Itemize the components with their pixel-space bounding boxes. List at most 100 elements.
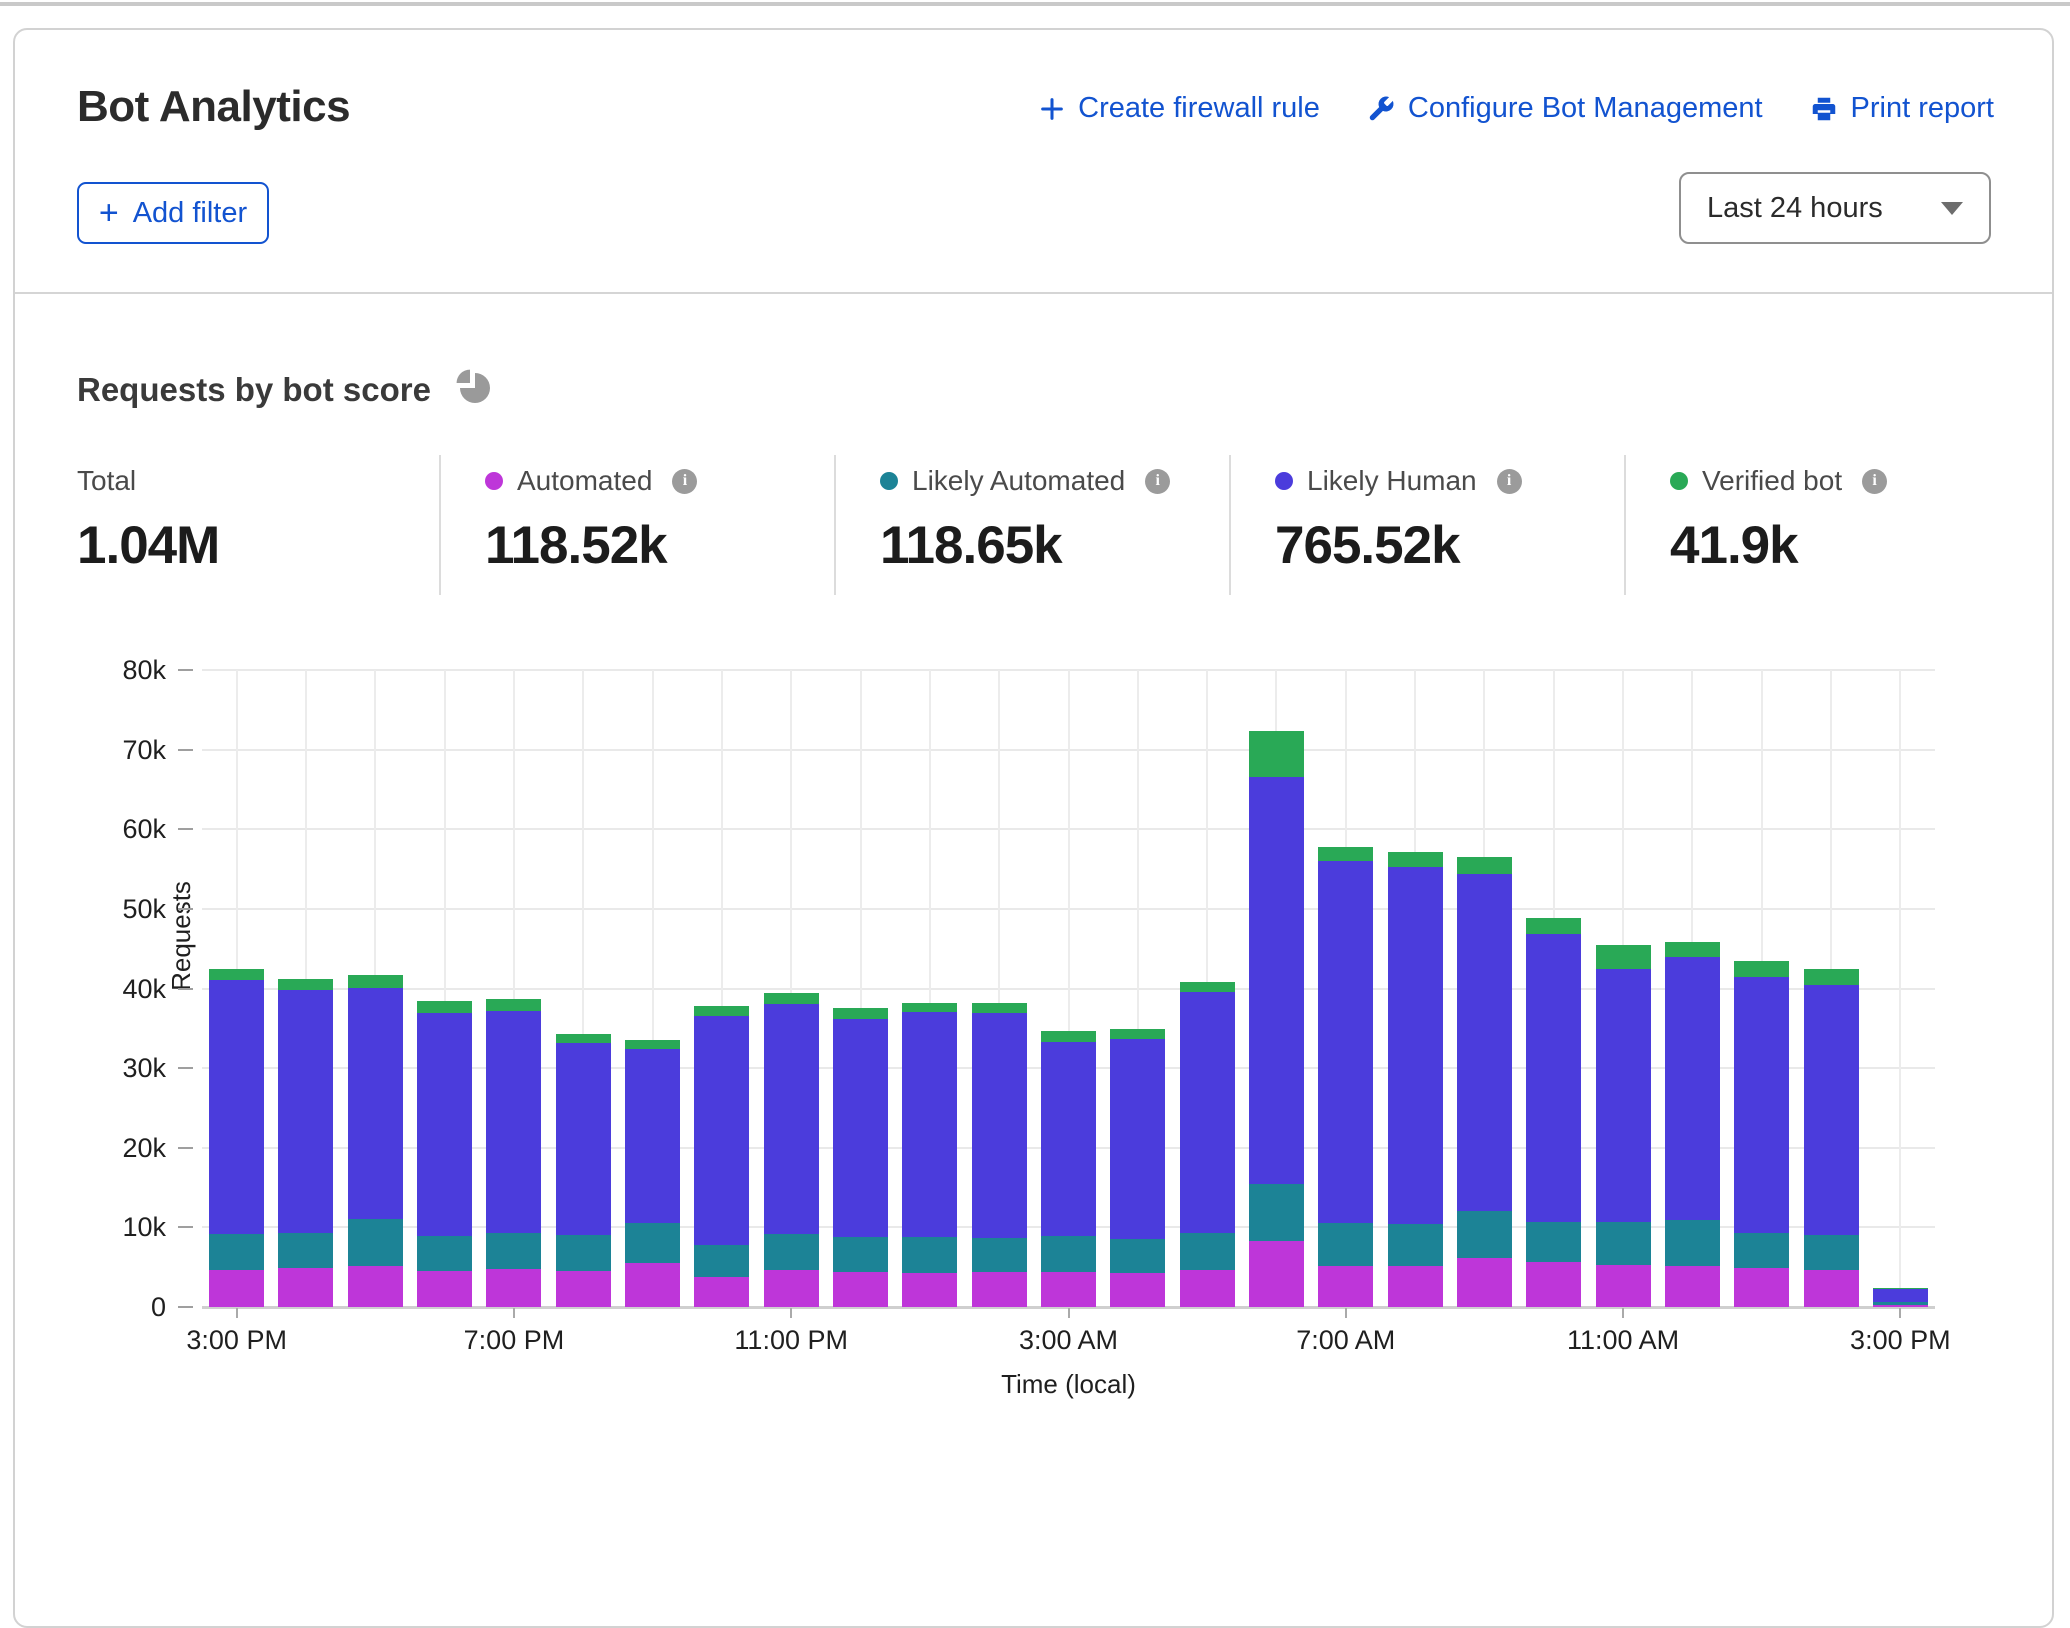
- bar-segment-automated[interactable]: [1041, 1272, 1096, 1307]
- bar-segment-likely-automated[interactable]: [556, 1235, 611, 1271]
- print-report-link[interactable]: Print report: [1809, 92, 1994, 125]
- bar-segment-automated[interactable]: [209, 1270, 264, 1307]
- bar-segment-automated[interactable]: [833, 1272, 888, 1307]
- bar-segment-likely-automated[interactable]: [1457, 1211, 1512, 1258]
- bar-segment-likely-human[interactable]: [1804, 985, 1859, 1236]
- bar-segment-verified-bot[interactable]: [1596, 945, 1651, 969]
- bar-segment-likely-automated[interactable]: [694, 1245, 749, 1277]
- bar-segment-likely-automated[interactable]: [209, 1234, 264, 1270]
- info-icon[interactable]: i: [1862, 469, 1887, 494]
- bar-segment-likely-automated[interactable]: [625, 1223, 680, 1264]
- bar-segment-verified-bot[interactable]: [833, 1008, 888, 1019]
- bar-segment-likely-human[interactable]: [1526, 934, 1581, 1221]
- bar-segment-verified-bot[interactable]: [1110, 1029, 1165, 1039]
- bar-segment-verified-bot[interactable]: [1041, 1031, 1096, 1041]
- bar-segment-automated[interactable]: [1318, 1266, 1373, 1307]
- bar-segment-verified-bot[interactable]: [1665, 942, 1720, 957]
- bar-segment-verified-bot[interactable]: [764, 993, 819, 1003]
- create-firewall-rule-link[interactable]: Create firewall rule: [1038, 92, 1320, 125]
- bar-segment-likely-automated[interactable]: [1041, 1236, 1096, 1272]
- bar-segment-automated[interactable]: [1526, 1262, 1581, 1307]
- bar-segment-likely-automated[interactable]: [1596, 1222, 1651, 1265]
- bar-segment-likely-human[interactable]: [833, 1019, 888, 1237]
- bar-segment-likely-human[interactable]: [1734, 977, 1789, 1233]
- bar-segment-automated[interactable]: [1596, 1265, 1651, 1307]
- bar-segment-likely-human[interactable]: [209, 980, 264, 1234]
- bar-segment-likely-automated[interactable]: [417, 1236, 472, 1271]
- bar-segment-automated[interactable]: [972, 1272, 1027, 1307]
- bar-segment-likely-human[interactable]: [1388, 867, 1443, 1224]
- bar-segment-likely-automated[interactable]: [486, 1233, 541, 1269]
- bar-segment-likely-human[interactable]: [278, 990, 333, 1233]
- bar-segment-likely-automated[interactable]: [348, 1219, 403, 1265]
- info-icon[interactable]: i: [1497, 469, 1522, 494]
- bar-segment-likely-automated[interactable]: [764, 1234, 819, 1270]
- bar-segment-verified-bot[interactable]: [1734, 961, 1789, 976]
- bar-segment-verified-bot[interactable]: [1318, 847, 1373, 861]
- bar-segment-verified-bot[interactable]: [625, 1040, 680, 1049]
- bar-segment-likely-human[interactable]: [1180, 992, 1235, 1233]
- bar-segment-likely-automated[interactable]: [278, 1233, 333, 1268]
- bar-segment-likely-human[interactable]: [417, 1013, 472, 1236]
- bar-segment-automated[interactable]: [1665, 1266, 1720, 1307]
- bar-segment-verified-bot[interactable]: [209, 969, 264, 980]
- bar-segment-automated[interactable]: [1110, 1273, 1165, 1307]
- bar-segment-likely-human[interactable]: [1041, 1042, 1096, 1236]
- bar-segment-verified-bot[interactable]: [486, 999, 541, 1011]
- bar-segment-automated[interactable]: [486, 1269, 541, 1307]
- bar-segment-likely-human[interactable]: [1110, 1039, 1165, 1240]
- bar-segment-verified-bot[interactable]: [1526, 918, 1581, 934]
- bar-segment-likely-automated[interactable]: [1665, 1220, 1720, 1265]
- bar-segment-likely-human[interactable]: [625, 1049, 680, 1223]
- bar-segment-likely-human[interactable]: [972, 1013, 1027, 1238]
- bar-segment-likely-human[interactable]: [1873, 1289, 1928, 1303]
- bar-segment-likely-automated[interactable]: [1180, 1233, 1235, 1270]
- bar-segment-likely-automated[interactable]: [1388, 1224, 1443, 1266]
- bar-segment-likely-human[interactable]: [1457, 874, 1512, 1211]
- bar-segment-likely-automated[interactable]: [1873, 1302, 1928, 1305]
- bar-segment-verified-bot[interactable]: [1180, 982, 1235, 992]
- bar-segment-automated[interactable]: [348, 1266, 403, 1307]
- bar-segment-likely-automated[interactable]: [1734, 1233, 1789, 1268]
- bar-segment-likely-human[interactable]: [348, 988, 403, 1220]
- bar-segment-likely-automated[interactable]: [1804, 1235, 1859, 1270]
- bar-segment-likely-human[interactable]: [1318, 861, 1373, 1223]
- bar-segment-likely-human[interactable]: [902, 1012, 957, 1237]
- bar-segment-likely-human[interactable]: [694, 1016, 749, 1245]
- bar-segment-likely-human[interactable]: [1596, 969, 1651, 1222]
- bar-segment-likely-automated[interactable]: [1249, 1184, 1304, 1241]
- bar-segment-verified-bot[interactable]: [694, 1006, 749, 1016]
- bar-segment-verified-bot[interactable]: [417, 1001, 472, 1013]
- configure-bot-management-link[interactable]: Configure Bot Management: [1366, 92, 1763, 125]
- bar-segment-automated[interactable]: [278, 1268, 333, 1307]
- bar-segment-automated[interactable]: [1734, 1268, 1789, 1307]
- bar-segment-automated[interactable]: [1388, 1266, 1443, 1307]
- bar-segment-automated[interactable]: [1457, 1258, 1512, 1307]
- bar-segment-likely-automated[interactable]: [902, 1237, 957, 1273]
- bar-segment-likely-human[interactable]: [1249, 777, 1304, 1183]
- bar-segment-likely-automated[interactable]: [1110, 1239, 1165, 1272]
- info-icon[interactable]: i: [1145, 469, 1170, 494]
- bar-segment-verified-bot[interactable]: [902, 1003, 957, 1013]
- bar-segment-automated[interactable]: [1873, 1305, 1928, 1307]
- bar-segment-verified-bot[interactable]: [278, 979, 333, 990]
- bar-segment-verified-bot[interactable]: [1873, 1288, 1928, 1289]
- bar-segment-verified-bot[interactable]: [1804, 969, 1859, 984]
- bar-segment-verified-bot[interactable]: [348, 975, 403, 988]
- add-filter-button[interactable]: + Add filter: [77, 182, 269, 244]
- bar-segment-automated[interactable]: [1180, 1270, 1235, 1307]
- bar-segment-likely-automated[interactable]: [972, 1238, 1027, 1272]
- bar-segment-automated[interactable]: [556, 1271, 611, 1307]
- bar-segment-likely-automated[interactable]: [1318, 1223, 1373, 1265]
- bar-segment-automated[interactable]: [1804, 1270, 1859, 1307]
- bar-segment-automated[interactable]: [764, 1270, 819, 1307]
- bar-segment-automated[interactable]: [417, 1271, 472, 1307]
- bar-segment-automated[interactable]: [694, 1277, 749, 1307]
- bar-segment-verified-bot[interactable]: [972, 1003, 1027, 1013]
- time-range-dropdown[interactable]: Last 24 hours: [1679, 172, 1991, 244]
- bar-segment-likely-human[interactable]: [1665, 957, 1720, 1220]
- bar-segment-likely-automated[interactable]: [1526, 1222, 1581, 1263]
- bar-segment-likely-human[interactable]: [556, 1043, 611, 1236]
- bar-segment-verified-bot[interactable]: [1388, 852, 1443, 868]
- info-icon[interactable]: i: [672, 469, 697, 494]
